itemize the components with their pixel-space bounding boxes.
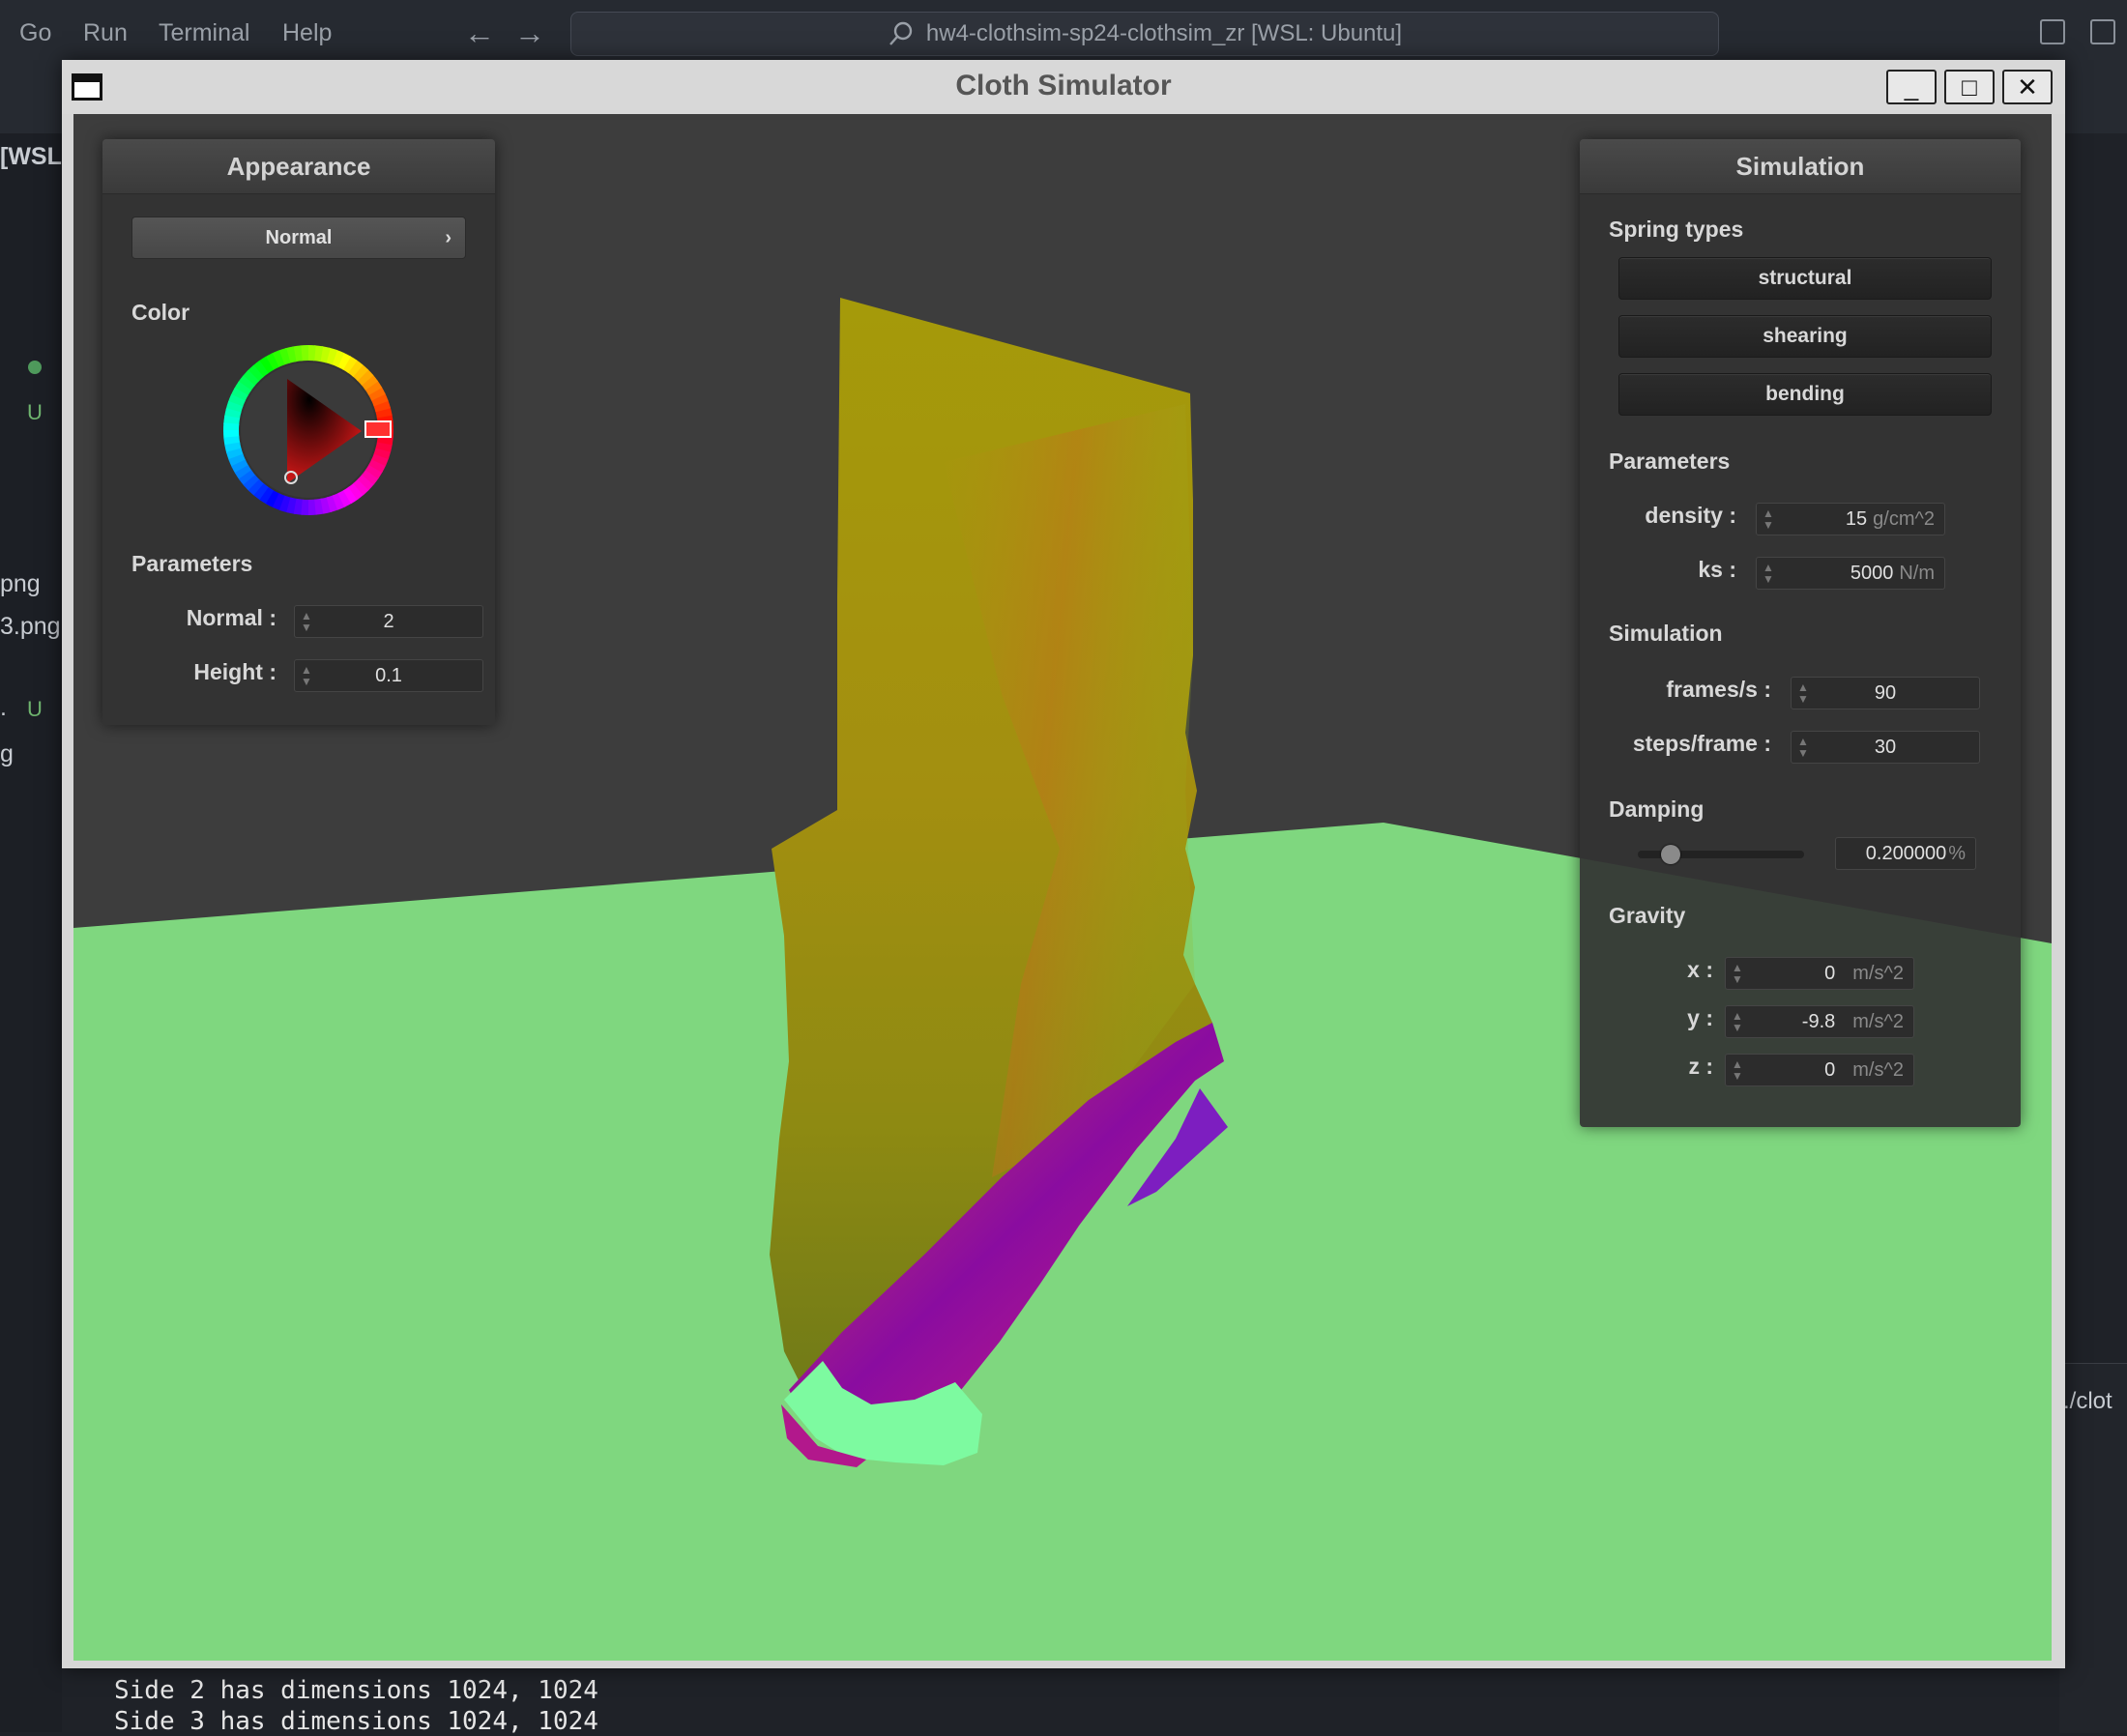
minimize-icon: _ xyxy=(1905,72,1918,102)
explorer-file[interactable]: g xyxy=(0,740,14,768)
gravity-y-value: -9.8 xyxy=(1802,1011,1835,1032)
simulation-title: Simulation xyxy=(1580,139,2021,194)
gravity-unit: m/s^2 xyxy=(1852,963,1904,984)
cloth-simulator-window: Cloth Simulator _ □ ✕ xyxy=(62,60,2065,1668)
gravity-x-label: x : xyxy=(1599,957,1713,983)
explorer-file[interactable]: 3.png xyxy=(0,613,61,641)
forward-arrow-icon[interactable]: → xyxy=(514,15,545,51)
close-button[interactable]: ✕ xyxy=(2002,70,2053,104)
window-titlebar[interactable]: Cloth Simulator _ □ ✕ xyxy=(62,60,2065,114)
gravity-x-value: 0 xyxy=(1824,963,1835,984)
spinner-icon[interactable]: ▲▼ xyxy=(1732,962,1743,985)
color-label: Color xyxy=(131,300,189,326)
gravity-x-input[interactable]: ▲▼ 0 m/s^2 xyxy=(1725,957,1914,990)
gravity-y-input[interactable]: ▲▼ -9.8 m/s^2 xyxy=(1725,1005,1914,1038)
chevron-right-icon: › xyxy=(445,217,452,258)
damping-value: 0.200000 xyxy=(1866,843,1946,864)
damping-label: Damping xyxy=(1609,796,1704,823)
spring-types-label: Spring types xyxy=(1609,217,1743,243)
fps-input[interactable]: ▲▼ 90 xyxy=(1791,677,1980,709)
sim-section-label: Simulation xyxy=(1609,621,1723,647)
ks-value: 5000 xyxy=(1850,563,1894,584)
minimize-button[interactable]: _ xyxy=(1886,70,1937,104)
damping-unit: % xyxy=(1948,843,1966,864)
shader-mode-value: Normal xyxy=(266,227,333,248)
hue-handle[interactable] xyxy=(365,421,391,437)
density-label: density : xyxy=(1599,503,1736,529)
gravity-unit: m/s^2 xyxy=(1852,1059,1904,1081)
vscode-explorer xyxy=(0,70,62,1732)
terminal-tab-area xyxy=(2059,1363,2127,1733)
height-label: Height : xyxy=(122,659,277,685)
spinner-icon[interactable]: ▲▼ xyxy=(1763,562,1774,585)
steps-input[interactable]: ▲▼ 30 xyxy=(1791,731,1980,764)
terminal-command[interactable]: ./clot xyxy=(2063,1388,2112,1415)
close-icon: ✕ xyxy=(2017,72,2038,102)
density-value: 15 xyxy=(1846,508,1867,530)
menu-help[interactable]: Help xyxy=(282,19,332,47)
steps-value: 30 xyxy=(1792,732,1979,763)
spinner-icon[interactable]: ▲▼ xyxy=(1763,507,1774,531)
density-input[interactable]: ▲▼ 15 g/cm^2 xyxy=(1756,503,1945,535)
density-unit: g/cm^2 xyxy=(1873,508,1935,530)
gravity-y-label: y : xyxy=(1599,1005,1713,1031)
spinner-icon[interactable]: ▲▼ xyxy=(1732,1010,1743,1033)
window-title: Cloth Simulator xyxy=(62,70,2065,102)
damping-slider-track[interactable] xyxy=(1638,851,1804,858)
search-icon xyxy=(888,20,915,47)
appearance-params-label: Parameters xyxy=(131,551,252,577)
height-value: 0.1 xyxy=(295,660,482,691)
damping-input[interactable]: 0.200000% xyxy=(1835,837,1976,870)
color-wheel[interactable] xyxy=(217,338,400,522)
bending-toggle[interactable]: bending xyxy=(1618,373,1992,416)
spinner-icon[interactable]: ▲▼ xyxy=(1732,1058,1743,1082)
toggle-panel-icon[interactable] xyxy=(2090,19,2115,44)
fps-label: frames/s : xyxy=(1599,677,1771,703)
normal-label: Normal : xyxy=(122,605,277,631)
simulation-panel: Simulation Spring types structural shear… xyxy=(1580,139,2021,1127)
toggle-sidebar-icon[interactable] xyxy=(2040,19,2065,44)
3d-viewport[interactable]: Appearance Normal › Color xyxy=(73,114,2052,1661)
untracked-badge: U xyxy=(27,400,43,425)
fps-value: 90 xyxy=(1792,678,1979,709)
explorer-dot-text: . xyxy=(0,694,7,722)
command-center-search[interactable]: hw4-clothsim-sp24-clothsim_zr [WSL: Ubun… xyxy=(570,12,1719,56)
sim-params-label: Parameters xyxy=(1609,448,1730,475)
appearance-title: Appearance xyxy=(102,139,495,194)
gravity-label: Gravity xyxy=(1609,903,1685,929)
gravity-unit: m/s^2 xyxy=(1852,1011,1904,1032)
ks-label: ks : xyxy=(1599,557,1736,583)
ks-unit: N/m xyxy=(1899,563,1935,584)
gravity-z-input[interactable]: ▲▼ 0 m/s^2 xyxy=(1725,1054,1914,1086)
normal-input[interactable]: ▲▼ 2 xyxy=(294,605,483,638)
maximize-icon: □ xyxy=(1962,72,1977,102)
structural-toggle[interactable]: structural xyxy=(1618,257,1992,300)
gravity-z-value: 0 xyxy=(1824,1059,1835,1081)
maximize-button[interactable]: □ xyxy=(1944,70,1995,104)
appearance-panel: Appearance Normal › Color xyxy=(102,139,495,725)
menu-run[interactable]: Run xyxy=(83,19,128,47)
editor-tab-area xyxy=(2059,70,2127,133)
ks-input[interactable]: ▲▼ 5000N/m xyxy=(1756,557,1945,590)
explorer-header xyxy=(0,70,62,133)
explorer-file[interactable]: png xyxy=(0,570,41,598)
untracked-badge: U xyxy=(27,697,43,722)
steps-label: steps/frame : xyxy=(1599,731,1771,757)
menu-terminal[interactable]: Terminal xyxy=(159,19,249,47)
height-input[interactable]: ▲▼ 0.1 xyxy=(294,659,483,692)
command-center-text: hw4-clothsim-sp24-clothsim_zr [WSL: Ubun… xyxy=(926,20,1402,47)
shader-mode-dropdown[interactable]: Normal › xyxy=(131,217,466,259)
menu-go[interactable]: Go xyxy=(19,19,51,47)
normal-value: 2 xyxy=(295,606,482,637)
modified-dot-icon xyxy=(28,361,42,374)
gravity-z-label: z : xyxy=(1599,1054,1713,1080)
back-arrow-icon[interactable]: ← xyxy=(464,15,495,51)
terminal-line: Side 2 has dimensions 1024, 1024 xyxy=(114,1676,598,1705)
shearing-toggle[interactable]: shearing xyxy=(1618,315,1992,358)
damping-slider-knob[interactable] xyxy=(1661,845,1680,864)
